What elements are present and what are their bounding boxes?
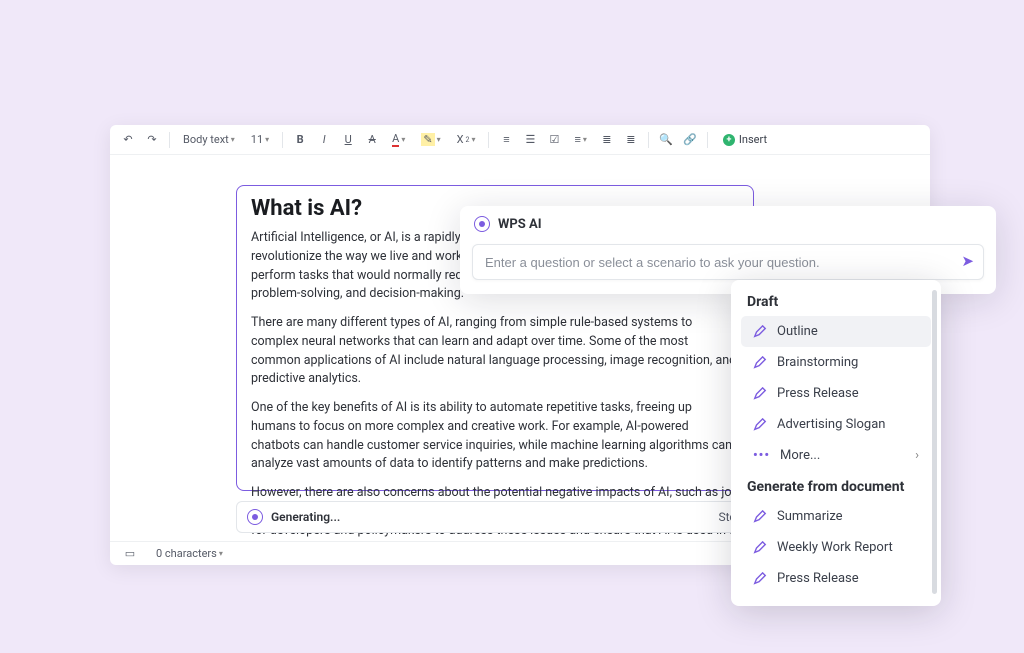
indent-right-button[interactable]: ≣ — [621, 129, 641, 151]
pen-icon — [753, 356, 767, 370]
generating-status-bar: Generating... Stop — [236, 501, 754, 533]
underline-button[interactable]: U — [338, 129, 358, 151]
bullet-list-button[interactable]: ≡ — [496, 129, 516, 151]
generating-label: Generating... — [271, 510, 340, 524]
font-color-button[interactable]: A▾ — [386, 129, 411, 151]
menu-item-advertising-slogan[interactable]: Advertising Slogan — [741, 409, 931, 440]
menu-item-more[interactable]: ••• More... › — [741, 440, 931, 471]
bold-button[interactable]: B — [290, 129, 310, 151]
font-size-dropdown[interactable]: 11 ▾ — [245, 129, 275, 151]
align-button[interactable]: ≡▾ — [568, 129, 592, 151]
paragraph-style-label: Body text — [183, 133, 229, 146]
send-button[interactable]: ➤ — [961, 252, 974, 270]
ai-generating-icon — [247, 509, 263, 525]
checklist-button[interactable]: ☑ — [544, 129, 564, 151]
insert-label: Insert — [739, 133, 767, 146]
menu-item-label: Press Release — [777, 386, 859, 401]
superscript-button[interactable]: X2▾ — [451, 129, 482, 151]
paragraph-style-dropdown[interactable]: Body text ▾ — [177, 129, 241, 151]
pen-icon — [753, 541, 767, 555]
insert-plus-icon: + — [723, 134, 735, 146]
italic-button[interactable]: I — [314, 129, 334, 151]
pen-icon — [753, 325, 767, 339]
strikethrough-button[interactable]: A — [362, 129, 382, 151]
menu-section-draft: Draft — [735, 290, 937, 316]
insert-button[interactable]: + Insert — [715, 129, 775, 151]
ai-panel-title: WPS AI — [498, 217, 542, 232]
page-icon[interactable]: ▭ — [120, 543, 140, 565]
indent-left-button[interactable]: ≣ — [597, 129, 617, 151]
menu-section-generate: Generate from document — [735, 471, 937, 501]
menu-item-label: Weekly Work Report — [777, 540, 893, 555]
chevron-right-icon: › — [915, 448, 919, 463]
menu-item-press-release[interactable]: Press Release — [741, 378, 931, 409]
menu-scrollbar[interactable] — [932, 290, 937, 594]
menu-item-label: Brainstorming — [777, 355, 858, 370]
ai-question-input[interactable] — [472, 244, 984, 280]
menu-item-brainstorming[interactable]: Brainstorming — [741, 347, 931, 378]
document-paragraph: One of the key benefits of AI is its abi… — [251, 399, 739, 474]
character-count[interactable]: 0 characters ▾ — [150, 543, 229, 565]
ai-scenario-menu: Draft Outline Brainstorming Press Releas… — [731, 280, 941, 606]
ai-panel-header: WPS AI — [460, 206, 996, 238]
menu-item-label: Summarize — [777, 509, 843, 524]
wps-ai-logo-icon — [474, 216, 490, 232]
pen-icon — [753, 510, 767, 524]
menu-item-weekly-report[interactable]: Weekly Work Report — [741, 532, 931, 563]
toolbar: ↶ ↷ Body text ▾ 11 ▾ B I U A A▾ ✎▾ X2▾ ≡… — [110, 125, 930, 155]
numbered-list-button[interactable]: ☰ — [520, 129, 540, 151]
highlight-button[interactable]: ✎▾ — [415, 129, 446, 151]
menu-item-summarize[interactable]: Summarize — [741, 501, 931, 532]
font-size-value: 11 — [251, 133, 263, 146]
search-button[interactable]: 🔍 — [656, 129, 676, 151]
menu-item-label: Advertising Slogan — [777, 417, 885, 432]
undo-button[interactable]: ↶ — [118, 129, 138, 151]
menu-item-press-release-2[interactable]: Press Release — [741, 563, 931, 594]
menu-item-label: More... — [780, 448, 820, 463]
menu-item-outline[interactable]: Outline — [741, 316, 931, 347]
link-button[interactable]: 🔗 — [680, 129, 700, 151]
menu-item-label: Outline — [777, 324, 818, 339]
document-paragraph: There are many different types of AI, ra… — [251, 314, 739, 389]
pen-icon — [753, 387, 767, 401]
more-dots-icon: ••• — [753, 448, 770, 463]
menu-item-label: Press Release — [777, 571, 859, 586]
pen-icon — [753, 418, 767, 432]
pen-icon — [753, 572, 767, 586]
redo-button[interactable]: ↷ — [142, 129, 162, 151]
